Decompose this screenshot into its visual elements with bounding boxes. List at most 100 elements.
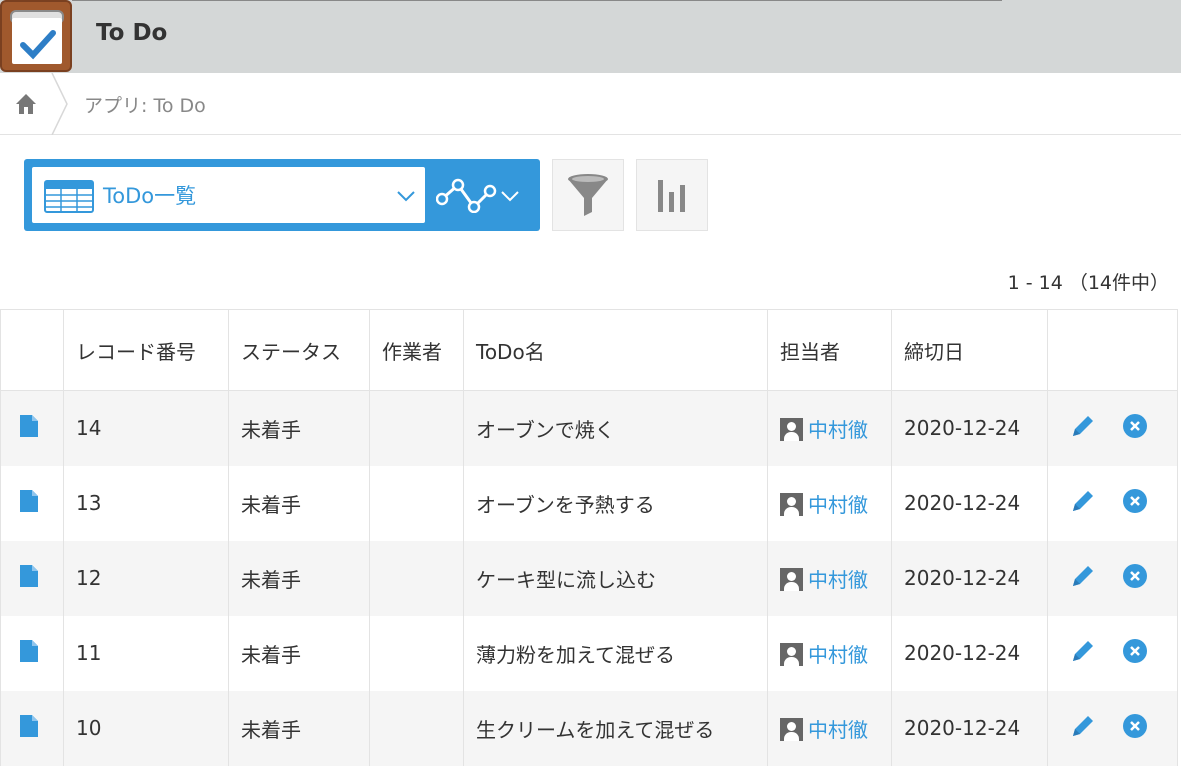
close-circle-icon[interactable] — [1122, 488, 1148, 519]
deadline-cell: 2020-12-24 — [891, 465, 1048, 541]
table-header: レコード番号 ステータス 作業者 ToDo名 担当者 締切日 — [0, 309, 1178, 391]
view-selector: ToDo一覧 — [24, 159, 540, 231]
breadcrumb-app-link[interactable]: アプリ: To Do — [84, 91, 206, 118]
header-assignee[interactable]: 担当者 — [767, 309, 892, 391]
pencil-icon[interactable] — [1070, 563, 1096, 594]
close-circle-icon[interactable] — [1122, 413, 1148, 444]
todo-name-cell: 生クリームを加えて混ぜる — [463, 690, 768, 766]
assignee-cell: 中村徹 — [767, 615, 892, 691]
graph-icon — [436, 178, 497, 213]
row-actions — [1047, 465, 1178, 541]
deadline-cell: 2020-12-24 — [891, 615, 1048, 691]
record-detail-cell[interactable] — [0, 690, 64, 766]
breadcrumb-separator — [51, 73, 68, 135]
record-table: レコード番号 ステータス 作業者 ToDo名 担当者 締切日 14 未着手 オー… — [0, 309, 1178, 766]
graph-summary-button[interactable] — [636, 159, 708, 231]
pencil-icon[interactable] — [1070, 713, 1096, 744]
table-icon — [44, 180, 94, 213]
header-cell — [0, 309, 64, 391]
app-todo-icon[interactable] — [0, 0, 72, 72]
worker-cell — [369, 465, 464, 541]
pencil-icon[interactable] — [1070, 488, 1096, 519]
breadcrumb: アプリ: To Do — [0, 73, 1181, 135]
row-actions — [1047, 690, 1178, 766]
close-circle-icon[interactable] — [1122, 713, 1148, 744]
assignee-link[interactable]: 中村徹 — [808, 643, 868, 667]
record-detail-cell[interactable] — [0, 390, 64, 466]
assignee-link[interactable]: 中村徹 — [808, 718, 868, 742]
assignee-cell: 中村徹 — [767, 390, 892, 466]
header-todo-name[interactable]: ToDo名 — [463, 309, 768, 391]
assignee-link[interactable]: 中村徹 — [808, 493, 868, 517]
todo-name-cell: 薄力粉を加えて混ぜる — [463, 615, 768, 691]
home-icon[interactable] — [15, 93, 37, 119]
chevron-down-icon — [397, 191, 415, 202]
record-detail-cell[interactable] — [0, 615, 64, 691]
filter-icon — [568, 174, 608, 216]
document-icon[interactable] — [19, 639, 39, 663]
status-cell: 未着手 — [228, 690, 370, 766]
table-row: 13 未着手 オーブンを予熱する 中村徹 2020-12-24 — [0, 465, 1178, 541]
document-icon[interactable] — [19, 564, 39, 588]
user-icon — [780, 492, 803, 516]
app-title: To Do — [96, 20, 168, 46]
deadline-cell: 2020-12-24 — [891, 690, 1048, 766]
worker-cell — [369, 615, 464, 691]
pagination-info: 1 - 14 （14件中） — [1007, 272, 1169, 294]
deadline-cell: 2020-12-24 — [891, 390, 1048, 466]
status-cell: 未着手 — [228, 540, 370, 616]
status-cell: 未着手 — [228, 465, 370, 541]
table-row: 10 未着手 生クリームを加えて混ぜる 中村徹 2020-12-24 — [0, 690, 1178, 766]
user-icon — [780, 417, 803, 441]
bar-chart-icon — [658, 180, 685, 212]
header-deadline[interactable]: 締切日 — [891, 309, 1048, 391]
user-icon — [780, 642, 803, 666]
table-row: 14 未着手 オーブンで焼く 中村徹 2020-12-24 — [0, 390, 1178, 466]
todo-name-cell: ケーキ型に流し込む — [463, 540, 768, 616]
row-actions — [1047, 615, 1178, 691]
document-icon[interactable] — [19, 414, 39, 438]
todo-name-cell: オーブンで焼く — [463, 390, 768, 466]
graph-dropdown-button[interactable] — [416, 159, 540, 231]
header-status[interactable]: ステータス — [228, 309, 370, 391]
assignee-cell: 中村徹 — [767, 690, 892, 766]
header-record-number[interactable]: レコード番号 — [63, 309, 229, 391]
document-icon[interactable] — [19, 489, 39, 513]
deadline-cell: 2020-12-24 — [891, 540, 1048, 616]
record-detail-cell[interactable] — [0, 465, 64, 541]
status-cell: 未着手 — [228, 615, 370, 691]
todo-name-cell: オーブンを予熱する — [463, 465, 768, 541]
record-number: 13 — [63, 465, 229, 541]
pencil-icon[interactable] — [1070, 413, 1096, 444]
header-worker[interactable]: 作業者 — [369, 309, 464, 391]
table-row: 11 未着手 薄力粉を加えて混ぜる 中村徹 2020-12-24 — [0, 615, 1178, 691]
user-icon — [780, 717, 803, 741]
app-header: To Do — [0, 0, 1181, 73]
filter-button[interactable] — [552, 159, 624, 231]
record-number: 11 — [63, 615, 229, 691]
row-actions — [1047, 390, 1178, 466]
document-icon[interactable] — [19, 714, 39, 738]
chevron-down-icon — [501, 191, 519, 202]
assignee-cell: 中村徹 — [767, 465, 892, 541]
user-icon — [780, 567, 803, 591]
worker-cell — [369, 390, 464, 466]
assignee-link[interactable]: 中村徹 — [808, 568, 868, 592]
header-actions — [1047, 309, 1178, 391]
record-number: 14 — [63, 390, 229, 466]
record-number: 10 — [63, 690, 229, 766]
worker-cell — [369, 690, 464, 766]
table-row: 12 未着手 ケーキ型に流し込む 中村徹 2020-12-24 — [0, 540, 1178, 616]
assignee-cell: 中村徹 — [767, 540, 892, 616]
status-cell: 未着手 — [228, 390, 370, 466]
worker-cell — [369, 540, 464, 616]
view-dropdown[interactable]: ToDo一覧 — [32, 167, 425, 223]
pencil-icon[interactable] — [1070, 638, 1096, 669]
close-circle-icon[interactable] — [1122, 638, 1148, 669]
record-number: 12 — [63, 540, 229, 616]
view-name: ToDo一覧 — [103, 184, 197, 208]
close-circle-icon[interactable] — [1122, 563, 1148, 594]
row-actions — [1047, 540, 1178, 616]
assignee-link[interactable]: 中村徹 — [808, 418, 868, 442]
record-detail-cell[interactable] — [0, 540, 64, 616]
